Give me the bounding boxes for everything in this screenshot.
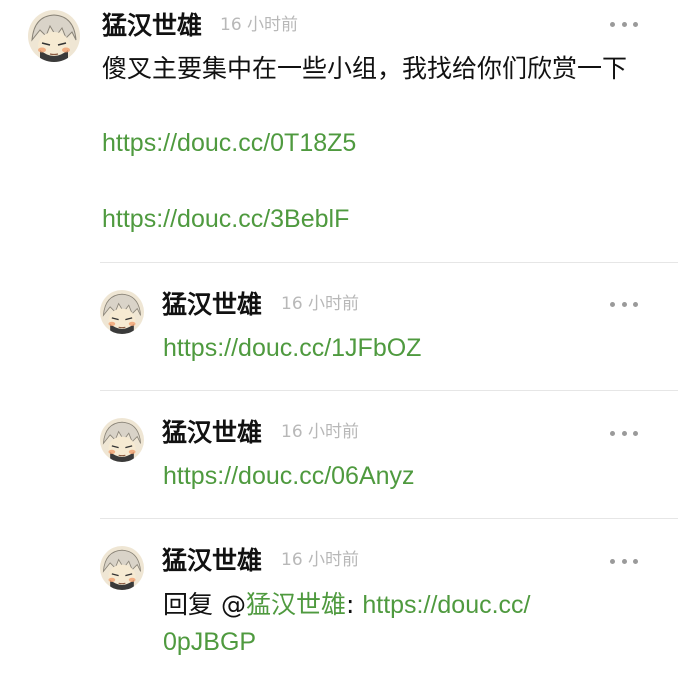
more-options-button[interactable] [610, 556, 638, 566]
more-options-icon [610, 558, 615, 564]
reply-link-continued[interactable]: 0pJBGP [163, 627, 256, 657]
timestamp: 16 小时前 [281, 294, 360, 314]
timestamp: 16 小时前 [281, 422, 360, 442]
avatar[interactable] [100, 418, 144, 462]
avatar-icon [100, 546, 144, 590]
avatar-icon [100, 418, 144, 462]
username[interactable]: 猛汉世雄 [162, 420, 262, 445]
username[interactable]: 猛汉世雄 [102, 13, 202, 38]
avatar-icon [100, 290, 144, 334]
reply-text: 回复 @猛汉世雄: https://douc.cc/ [163, 585, 531, 625]
reply-colon: : [345, 590, 355, 619]
avatar[interactable] [28, 10, 80, 62]
more-options-icon [610, 21, 615, 27]
avatar-icon [28, 10, 80, 62]
post-text: 傻叉主要集中在一些小组，我找给你们欣赏一下 [102, 54, 628, 83]
timestamp: 16 小时前 [281, 550, 360, 570]
more-options-icon [610, 430, 615, 436]
username[interactable]: 猛汉世雄 [162, 292, 262, 317]
divider [100, 390, 678, 391]
post-link[interactable]: https://douc.cc/0T18Z5 [102, 128, 356, 158]
mention-link[interactable]: 猛汉世雄 [246, 590, 346, 619]
reply-link[interactable]: https://douc.cc/06Anyz [163, 461, 415, 491]
reply-link[interactable]: https://douc.cc/1JFbOZ [163, 333, 421, 363]
more-options-icon [610, 301, 615, 307]
more-options-button[interactable] [610, 428, 638, 438]
username[interactable]: 猛汉世雄 [162, 548, 262, 573]
reply-prefix: 回复 @ [163, 590, 246, 619]
avatar[interactable] [100, 290, 144, 334]
timestamp: 16 小时前 [220, 15, 299, 35]
reply-link[interactable]: https://douc.cc/ [362, 591, 530, 619]
divider [100, 518, 678, 519]
avatar[interactable] [100, 546, 144, 590]
more-options-button[interactable] [610, 299, 638, 309]
more-options-button[interactable] [610, 19, 638, 29]
post-link[interactable]: https://douc.cc/3BeblF [102, 204, 349, 234]
divider [100, 262, 678, 263]
